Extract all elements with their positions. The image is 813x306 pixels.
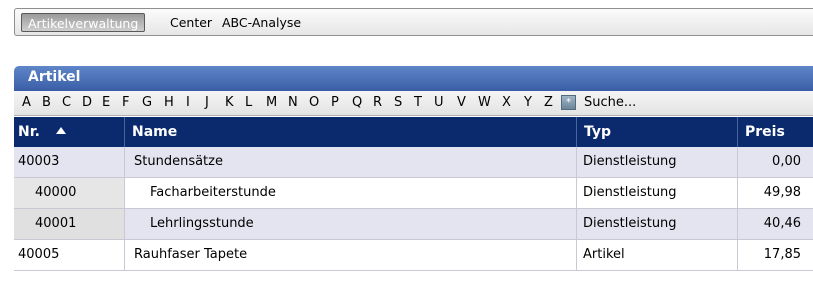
cell-name: Stundensätze xyxy=(124,147,576,177)
cell-name: Facharbeiterstunde xyxy=(124,178,576,208)
cell-nr: 40001 xyxy=(14,209,124,239)
show-all-button[interactable]: * xyxy=(561,95,576,110)
cell-preis: 17,85 xyxy=(737,240,813,270)
letter-filter-d[interactable]: D xyxy=(82,95,92,110)
letter-filter-t[interactable]: T xyxy=(414,95,422,110)
column-header-nr-label: Nr. xyxy=(18,124,40,140)
letter-filter-k[interactable]: K xyxy=(225,95,234,110)
letter-filter-y[interactable]: Y xyxy=(524,95,532,110)
letter-filter-z[interactable]: Z xyxy=(544,95,553,110)
letter-filter-l[interactable]: L xyxy=(245,95,252,110)
column-header-name[interactable]: Name xyxy=(124,117,576,147)
search-link[interactable]: Suche... xyxy=(584,95,636,110)
cell-typ: Dienstleistung xyxy=(576,178,737,208)
letter-filter-a[interactable]: A xyxy=(22,95,31,110)
table-row[interactable]: 40000 Facharbeiterstunde Dienstleistung … xyxy=(14,178,813,209)
cell-preis: 49,98 xyxy=(737,178,813,208)
column-header-preis[interactable]: Preis xyxy=(737,117,813,147)
letter-filter-u[interactable]: U xyxy=(434,95,444,110)
cell-nr: 40000 xyxy=(14,178,124,208)
letter-filter-x[interactable]: X xyxy=(502,95,511,110)
table-row[interactable]: 40001 Lehrlingsstunde Dienstleistung 40,… xyxy=(14,209,813,240)
top-navigation: Artikelverwaltung Center ABC-Analyse xyxy=(14,8,813,36)
letter-filter-q[interactable]: Q xyxy=(352,95,362,110)
column-header-typ[interactable]: Typ xyxy=(576,117,737,147)
column-header-nr[interactable]: Nr. xyxy=(14,117,124,147)
letter-filter-n[interactable]: N xyxy=(288,95,298,110)
letter-filter-e[interactable]: E xyxy=(102,95,110,110)
letter-filter-g[interactable]: G xyxy=(142,95,152,110)
cell-name: Rauhfaser Tapete xyxy=(124,240,576,270)
letter-filter-m[interactable]: M xyxy=(266,95,277,110)
cell-name: Lehrlingsstunde xyxy=(124,209,576,239)
letter-filter-c[interactable]: C xyxy=(62,95,71,110)
cell-nr: 40005 xyxy=(18,247,60,262)
letter-filter-f[interactable]: F xyxy=(122,95,129,110)
alphabet-filter-bar: A B C D E F G H I J K L M N O P Q R S T … xyxy=(14,91,813,116)
nav-tab-abc-analyse[interactable]: ABC-Analyse xyxy=(222,13,301,32)
letter-filter-i[interactable]: I xyxy=(186,95,190,110)
cell-typ: Dienstleistung xyxy=(576,147,737,177)
letter-filter-r[interactable]: R xyxy=(373,95,382,110)
letter-filter-b[interactable]: B xyxy=(42,95,51,110)
cell-preis: 0,00 xyxy=(737,147,813,177)
letter-filter-s[interactable]: S xyxy=(394,95,402,110)
sort-ascending-icon xyxy=(55,126,66,134)
table-header: Nr. Name Typ Preis xyxy=(14,117,813,147)
nav-tab-artikelverwaltung[interactable]: Artikelverwaltung xyxy=(21,13,146,32)
letter-filter-v[interactable]: V xyxy=(457,95,466,110)
table-row[interactable]: 40005 Rauhfaser Tapete Artikel 17,85 xyxy=(14,240,813,271)
letter-filter-w[interactable]: W xyxy=(478,95,491,110)
letter-filter-j[interactable]: J xyxy=(205,95,209,110)
letter-filter-p[interactable]: P xyxy=(331,95,339,110)
panel-title: Artikel xyxy=(28,69,81,85)
cell-preis: 40,46 xyxy=(737,209,813,239)
cell-nr: 40003 xyxy=(18,154,60,169)
letter-filter-o[interactable]: O xyxy=(309,95,319,110)
table-row[interactable]: 40003 Stundensätze Dienstleistung 0,00 xyxy=(14,147,813,178)
panel-header: Artikel xyxy=(14,66,813,91)
cell-typ: Dienstleistung xyxy=(576,209,737,239)
cell-typ: Artikel xyxy=(576,240,737,270)
letter-filter-h[interactable]: H xyxy=(164,95,174,110)
nav-tab-center[interactable]: Center xyxy=(170,13,212,32)
